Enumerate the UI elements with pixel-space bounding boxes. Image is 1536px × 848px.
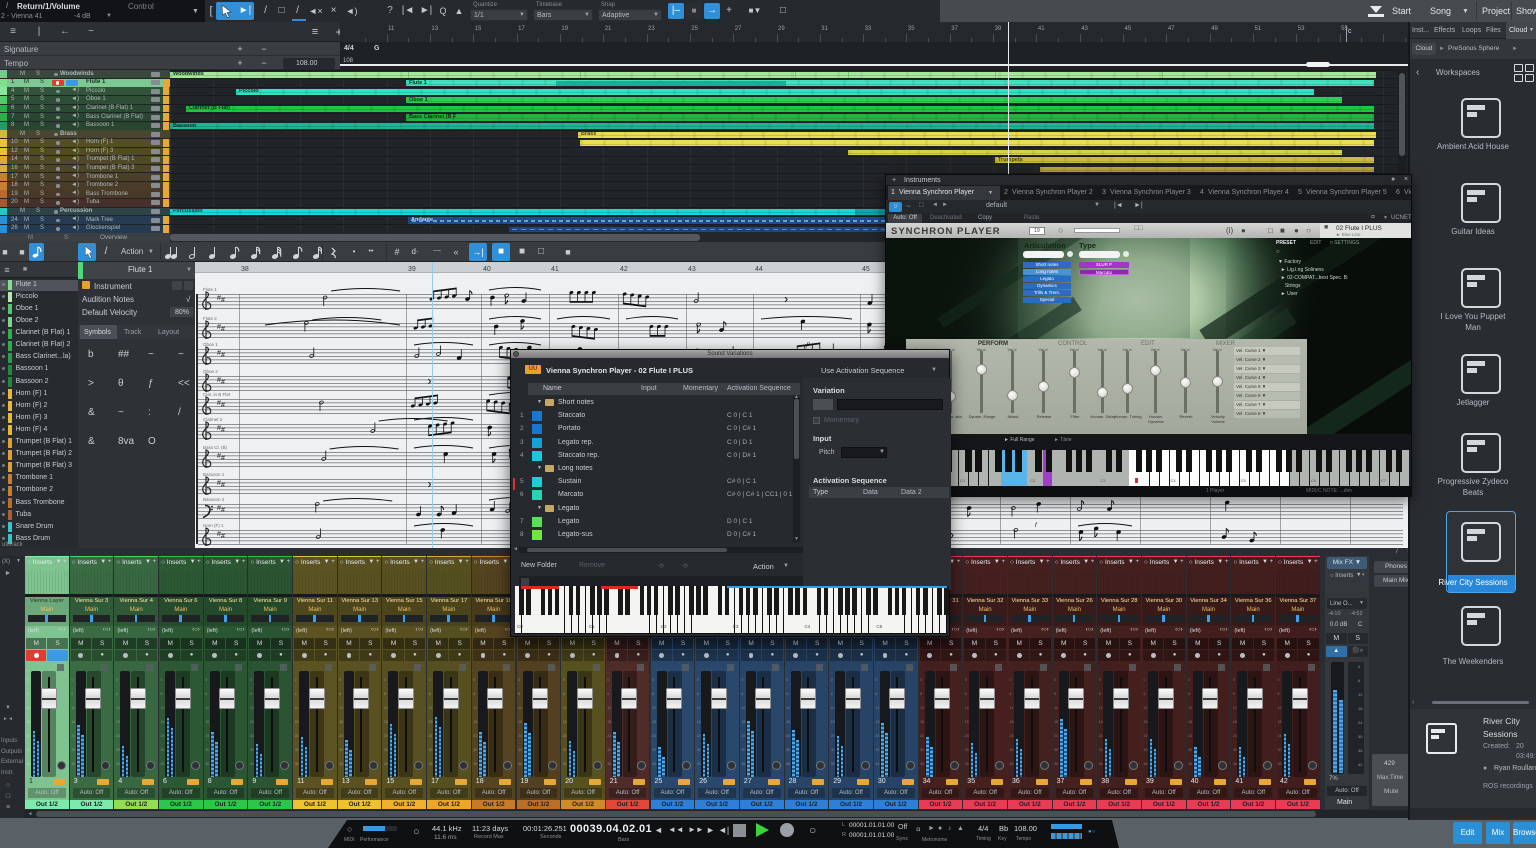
svg-text:#: # <box>221 379 225 386</box>
svg-text:Bassoon 1: Bassoon 1 <box>203 472 225 477</box>
svg-text:Bassoon 2: Bassoon 2 <box>203 497 225 502</box>
svg-text:39: 39 <box>408 266 416 273</box>
svg-text:#: # <box>221 402 225 409</box>
svg-text:#: # <box>221 427 225 434</box>
svg-text:45: 45 <box>862 266 870 273</box>
svg-text:#: # <box>221 297 225 304</box>
svg-text:Clarinet 2: Clarinet 2 <box>203 417 223 422</box>
svg-text:Horn (F) 1: Horn (F) 1 <box>203 523 224 528</box>
svg-text:42: 42 <box>620 266 628 273</box>
svg-text:Flute 1: Flute 1 <box>203 287 217 292</box>
svg-text:#: # <box>221 507 225 514</box>
svg-text:#: # <box>221 533 225 540</box>
svg-text:Flute 2: Flute 2 <box>203 316 217 321</box>
svg-text:f: f <box>1035 523 1038 529</box>
svg-text:40: 40 <box>483 266 491 273</box>
svg-text:#: # <box>221 326 225 333</box>
svg-text:43: 43 <box>688 266 696 273</box>
svg-text:44: 44 <box>755 266 763 273</box>
svg-text:Oboe 2: Oboe 2 <box>203 369 218 374</box>
svg-text:38: 38 <box>241 266 249 273</box>
svg-text:Clar. in B Flat: Clar. in B Flat <box>203 392 231 397</box>
svg-text:#: # <box>221 482 225 489</box>
svg-text:Oboe 1: Oboe 1 <box>203 342 218 347</box>
svg-text:#: # <box>221 455 225 462</box>
svg-text:#: # <box>221 352 225 359</box>
svg-text:Bass Cl. (B): Bass Cl. (B) <box>203 445 228 450</box>
svg-text:41: 41 <box>551 266 559 273</box>
